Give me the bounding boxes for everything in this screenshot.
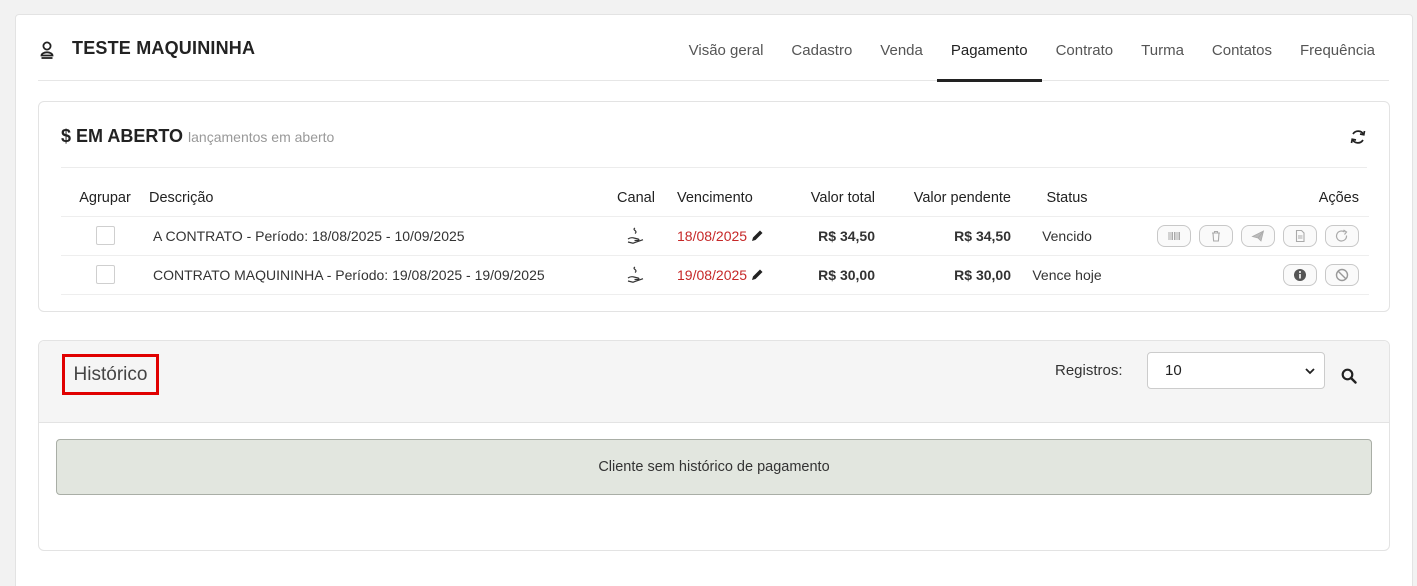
tab-cadastro[interactable]: Cadastro	[777, 20, 866, 81]
row-valor-total: R$ 34,50	[795, 216, 875, 256]
pencil-icon[interactable]	[751, 268, 764, 281]
col-status: Status	[1011, 180, 1123, 217]
tab-contatos[interactable]: Contatos	[1198, 20, 1286, 81]
history-title: Histórico	[62, 354, 159, 395]
refresh-icon[interactable]	[1349, 128, 1367, 146]
agrupar-checkbox[interactable]	[95, 265, 115, 284]
search-icon[interactable]	[1341, 368, 1357, 384]
user-icon	[40, 41, 54, 59]
history-card: Histórico Registros: 10 Cliente sem hist…	[38, 340, 1390, 551]
col-valor-pendente: Valor pendente	[875, 180, 1011, 217]
col-agrupar: Agrupar	[61, 180, 149, 217]
delete-button[interactable]	[1199, 224, 1233, 247]
col-canal: Canal	[607, 180, 665, 217]
tab-bar: Visão geral Cadastro Venda Pagamento Con…	[675, 20, 1389, 82]
tab-turma[interactable]: Turma	[1127, 20, 1198, 81]
agrupar-checkbox[interactable]	[95, 226, 115, 245]
row-valor-pendente: R$ 30,00	[875, 255, 1011, 295]
open-entries-heading: $ EM ABERTO	[61, 126, 184, 146]
chevron-down-icon	[1305, 368, 1315, 375]
col-vencimento: Vencimento	[665, 180, 795, 217]
tab-venda[interactable]: Venda	[866, 20, 937, 81]
barcode-icon	[1168, 231, 1180, 240]
ban-icon	[1335, 268, 1349, 281]
document-icon	[1295, 229, 1305, 242]
tab-contrato[interactable]: Contrato	[1042, 20, 1128, 81]
open-entries-card: $ EM ABERTO lançamentos em aberto Agrupa…	[38, 101, 1390, 312]
tab-visao-geral[interactable]: Visão geral	[675, 20, 778, 81]
row-vencimento: 19/08/2025	[677, 266, 748, 283]
col-valor-total: Valor total	[795, 180, 875, 217]
redo-icon	[1335, 229, 1348, 242]
table-row: CONTRATO MAQUININHA - Período: 19/08/202…	[61, 255, 1369, 295]
row-descricao: A CONTRATO - Período: 18/08/2025 - 10/09…	[149, 216, 607, 256]
row-valor-pendente: R$ 34,50	[875, 216, 1011, 256]
client-name: TESTE MAQUININHA	[72, 38, 256, 58]
registros-value: 10	[1165, 362, 1182, 379]
table-row: A CONTRATO - Período: 18/08/2025 - 10/09…	[61, 216, 1369, 256]
row-descricao: CONTRATO MAQUININHA - Período: 19/08/202…	[149, 255, 607, 295]
table-header-row: Agrupar Descrição Canal Vencimento Valor…	[61, 180, 1369, 217]
row-vencimento: 18/08/2025	[677, 227, 748, 244]
tab-frequencia[interactable]: Frequência	[1286, 20, 1389, 81]
col-acoes: Ações	[1123, 180, 1369, 217]
open-entries-subtitle: lançamentos em aberto	[188, 129, 335, 145]
empty-history-message: Cliente sem histórico de pagamento	[56, 439, 1372, 495]
send-button[interactable]	[1241, 224, 1275, 247]
col-descricao: Descrição	[149, 180, 607, 217]
redo-button[interactable]	[1325, 224, 1359, 247]
row-status: Vence hoje	[1011, 255, 1123, 295]
cancel-button[interactable]	[1325, 263, 1359, 286]
tab-pagamento[interactable]: Pagamento	[936, 20, 1042, 82]
document-button[interactable]	[1283, 224, 1317, 247]
registros-label: Registros:	[1055, 362, 1123, 379]
hand-money-icon	[627, 266, 644, 283]
pencil-icon[interactable]	[751, 229, 764, 242]
info-button[interactable]	[1283, 263, 1317, 286]
trash-icon	[1212, 230, 1220, 242]
open-entries-table: Agrupar Descrição Canal Vencimento Valor…	[61, 180, 1369, 295]
hand-money-icon	[627, 227, 644, 244]
divider	[61, 167, 1367, 168]
row-valor-total: R$ 30,00	[795, 255, 875, 295]
info-icon	[1294, 268, 1306, 281]
barcode-button[interactable]	[1157, 224, 1191, 247]
client-header: TESTE MAQUININHA Visão geral Cadastro Ve…	[38, 20, 1389, 82]
registros-select[interactable]: 10	[1147, 352, 1325, 389]
paper-plane-icon	[1251, 229, 1265, 242]
row-status: Vencido	[1011, 216, 1123, 256]
open-entries-title: $ EM ABERTO lançamentos em aberto	[61, 126, 334, 147]
history-header: Histórico Registros: 10	[39, 341, 1389, 423]
